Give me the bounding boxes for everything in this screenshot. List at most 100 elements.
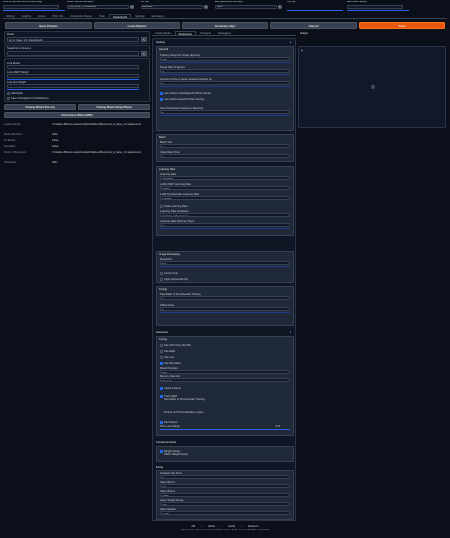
clip-skip-slider[interactable]: Clip skip bbox=[287, 1, 343, 11]
beta1-input[interactable]: 0.9 bbox=[160, 484, 290, 488]
lora-text-lr-input[interactable]: 0.00005 bbox=[160, 196, 290, 200]
generate-ckpt-button[interactable]: Generate Ckpt bbox=[182, 22, 268, 29]
lr-heading: Learning Rate bbox=[159, 168, 176, 171]
weight-decay-checkbox[interactable] bbox=[160, 450, 163, 453]
grad-clip-input[interactable]: 0 bbox=[160, 475, 290, 479]
advanced-heading: Advanced bbox=[156, 331, 168, 334]
pause-time-input[interactable]: 0 bbox=[160, 81, 290, 85]
footer-link-gradio[interactable]: Gradio bbox=[228, 525, 235, 528]
resolution-slider[interactable] bbox=[160, 266, 290, 268]
prior-weight-slider[interactable] bbox=[160, 429, 290, 431]
hypernetwork-value[interactable]: None bbox=[215, 4, 277, 9]
footer-link-github[interactable]: Github bbox=[208, 525, 215, 528]
warmup-input[interactable]: 0 bbox=[160, 223, 290, 227]
beta2-input[interactable]: 0.999 bbox=[160, 493, 290, 497]
clip-skip-track[interactable] bbox=[287, 9, 343, 11]
half-model-checkbox[interactable] bbox=[7, 92, 10, 95]
footer-link-reload[interactable]: Reload UI bbox=[248, 525, 259, 528]
wizard-object-button[interactable]: Training Wizard (Object/Style) bbox=[78, 104, 150, 110]
epsilon-input[interactable]: 1e-08 bbox=[160, 511, 290, 515]
pause-epochs-input[interactable]: 0 bbox=[160, 69, 290, 73]
train-unet-checkbox[interactable] bbox=[160, 395, 163, 398]
refresh-icon[interactable]: ↻ bbox=[141, 37, 147, 42]
offset-noise-input[interactable]: 0 bbox=[160, 307, 290, 311]
load-params-button[interactable]: Load Params bbox=[94, 22, 180, 29]
class-batch-input[interactable]: 1 bbox=[160, 154, 290, 158]
ema-checkbox[interactable] bbox=[160, 350, 163, 353]
tab-txt2img[interactable]: txt2img bbox=[3, 14, 17, 18]
attention-select[interactable]: xformers bbox=[160, 378, 290, 382]
refresh-icon[interactable]: ↻ bbox=[130, 4, 134, 9]
epochs-input[interactable]: 100 bbox=[160, 57, 290, 61]
hflip-checkbox[interactable] bbox=[160, 278, 163, 281]
tab-parameters[interactable]: Parameters bbox=[174, 31, 196, 36]
checkpoint-select[interactable]: Stable Diffusion checkpoint sd_xl_base_1… bbox=[67, 1, 137, 11]
lifetime-steps-checkbox[interactable] bbox=[160, 92, 163, 95]
text-encoder-ratio-input[interactable]: 0 bbox=[160, 296, 290, 300]
refresh-icon[interactable]: ↻ bbox=[278, 4, 282, 9]
top-field-1[interactable]: Show live previews of the created image bbox=[3, 1, 65, 11]
lion-checkbox[interactable] bbox=[160, 356, 163, 359]
collapse-icon[interactable]: ▾ bbox=[290, 331, 291, 334]
center-crop-checkbox[interactable] bbox=[160, 272, 163, 275]
top-field-input[interactable] bbox=[3, 4, 59, 9]
warmup-slider[interactable] bbox=[160, 228, 290, 230]
performance-wizard-button[interactable]: Performance Wizard (WIP) bbox=[4, 112, 150, 118]
preview-freq-input[interactable]: 5 bbox=[160, 110, 290, 114]
info-key: Scheduler: bbox=[4, 161, 17, 164]
snapshot-select[interactable] bbox=[7, 51, 139, 56]
pad-tokens-checkbox[interactable] bbox=[160, 421, 163, 424]
refresh-icon[interactable]: ↻ bbox=[141, 51, 147, 56]
tab-checkpoint-merger[interactable]: Checkpoint Merger bbox=[67, 14, 95, 18]
offset-noise-slider[interactable] bbox=[160, 312, 290, 314]
lora-text-input[interactable] bbox=[7, 84, 139, 88]
cpu-only-checkbox[interactable] bbox=[160, 344, 163, 347]
precision-select[interactable]: bf16 bbox=[160, 370, 290, 374]
epochs-slider[interactable] bbox=[160, 62, 290, 64]
hypernetwork-select[interactable]: Add hypernetwork to prompt None ↻ bbox=[215, 1, 285, 11]
preview-freq-slider[interactable] bbox=[160, 115, 290, 117]
tab-png-info[interactable]: PNG Info bbox=[50, 14, 67, 18]
cache-latents-checkbox[interactable] bbox=[160, 387, 163, 390]
save-ckpt-checkbox[interactable] bbox=[7, 97, 10, 100]
batch-size-input[interactable]: 1 bbox=[160, 144, 290, 148]
tab-settings[interactable]: Settings bbox=[132, 14, 147, 18]
hflip-label: Apply Horizontal Flip bbox=[164, 278, 188, 281]
wizard-person-button[interactable]: Training Wizard (Person) bbox=[4, 104, 76, 110]
adam8bit-checkbox[interactable] bbox=[160, 362, 163, 365]
footer-link-api[interactable]: API bbox=[191, 525, 195, 528]
adam-decay-input[interactable]: 0.01 bbox=[160, 502, 290, 506]
cancel-button[interactable]: Cancel bbox=[270, 22, 357, 29]
lora-model-select[interactable] bbox=[7, 65, 139, 69]
lora-unet-slider[interactable] bbox=[7, 79, 139, 80]
scale-lr-checkbox[interactable] bbox=[160, 205, 163, 208]
lora-text-slider[interactable] bbox=[7, 89, 139, 90]
learning-rate-section: Learning Rate Learning Rate 0.000002 LoR… bbox=[156, 166, 294, 236]
tab-train[interactable]: Train bbox=[96, 14, 108, 18]
tab-img2img[interactable]: img2img bbox=[18, 14, 34, 18]
vae-value[interactable]: Automatic bbox=[141, 4, 203, 9]
pause-epochs-slider[interactable] bbox=[160, 74, 290, 76]
lr-input[interactable]: 0.000002 bbox=[160, 176, 290, 180]
lora-unet-lr-input[interactable]: 0.0001 bbox=[160, 186, 290, 190]
lifetime-epochs-checkbox[interactable] bbox=[160, 98, 163, 101]
tab-create-model[interactable]: Create Model bbox=[152, 31, 174, 35]
tab-concepts[interactable]: Concepts bbox=[197, 31, 214, 35]
tab-extras[interactable]: Extras bbox=[35, 14, 48, 18]
resolution-input[interactable]: 512 bbox=[160, 261, 290, 265]
lora-input[interactable] bbox=[347, 4, 403, 9]
tab-debugging[interactable]: Debugging bbox=[215, 31, 234, 35]
train-button[interactable]: Train bbox=[359, 22, 445, 29]
tab-dreambooth[interactable]: Dreambooth bbox=[108, 14, 132, 19]
tab-extensions[interactable]: Extensions bbox=[149, 14, 168, 18]
model-select[interactable]: sd_xl_base_1.0_dreambooth bbox=[7, 37, 139, 42]
collapse-icon[interactable]: ▾ bbox=[290, 41, 291, 44]
refresh-icon[interactable]: ↻ bbox=[204, 4, 208, 9]
lora-unet-input[interactable] bbox=[7, 74, 139, 78]
lora-select[interactable]: Add LoRA to prompt bbox=[347, 1, 409, 11]
lr-scheduler-select[interactable]: constant_with_warmup bbox=[160, 213, 290, 217]
vae-select[interactable]: SD VAE Automatic ↻ bbox=[141, 1, 211, 11]
checkpoint-value[interactable]: sd_xl_base_1.0.safetensors bbox=[67, 4, 129, 9]
save-params-button[interactable]: Save Params bbox=[5, 22, 92, 29]
pause-time-slider[interactable] bbox=[160, 86, 290, 88]
